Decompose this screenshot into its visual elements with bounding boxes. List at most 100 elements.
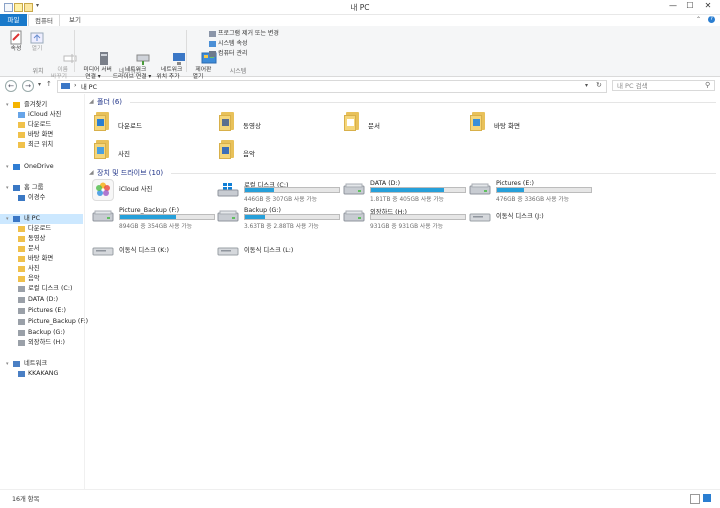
sidebar-item-label: 문서 — [28, 245, 40, 252]
status-bar: 16개 항목 — [0, 489, 720, 508]
sidebar-item-label: OneDrive — [24, 163, 54, 170]
sidebar-item-label: DATA (D:) — [28, 296, 59, 303]
sidebar-item-label: 바탕 화면 — [28, 131, 54, 138]
drive-label[interactable]: 이동식 디스크 (J:) — [496, 211, 544, 220]
drive-label[interactable]: 이동식 디스크 (L:) — [244, 245, 293, 254]
drive-label[interactable]: Backup (G:) — [244, 207, 281, 214]
folder-icon — [18, 122, 25, 128]
hard-drive-icon[interactable] — [343, 183, 365, 195]
minimize-button[interactable]: — — [666, 1, 680, 11]
sidebar-item[interactable]: 바탕 화면 — [0, 130, 83, 140]
expand-chevron-icon[interactable]: ▾ — [6, 214, 9, 224]
removable-disk-icon[interactable] — [469, 210, 491, 222]
sidebar-item[interactable]: DATA (D:) — [0, 295, 83, 305]
hard-drive-icon[interactable] — [92, 210, 114, 222]
sidebar-item[interactable]: 음악 — [0, 274, 83, 284]
folder-icon — [18, 226, 25, 232]
drive-label[interactable]: Pictures (E:) — [496, 180, 534, 187]
homegroup-icon — [13, 185, 20, 191]
drive-usage-bar — [370, 214, 466, 220]
expand-chevron-icon[interactable]: ▾ — [6, 359, 9, 369]
drive-icon — [18, 297, 25, 303]
drive-usage-fill — [497, 188, 525, 192]
drive-icon — [18, 330, 25, 336]
sidebar-item-label: Pictures (E:) — [28, 307, 66, 314]
up-button[interactable]: ↑ — [46, 80, 52, 88]
breadcrumb-this-pc[interactable]: 내 PC — [81, 82, 97, 91]
details-view-icon[interactable] — [690, 494, 700, 504]
sidebar-item[interactable]: ▾ 네트워크 — [0, 359, 83, 369]
tab-file[interactable]: 파일 — [0, 14, 27, 26]
tab-view[interactable]: 보기 — [62, 14, 88, 26]
sidebar-item[interactable]: 동영상 — [0, 234, 83, 244]
sidebar-item[interactable]: 문서 — [0, 244, 83, 254]
sidebar-item[interactable]: ▾ 내 PC — [0, 214, 83, 224]
sidebar-item[interactable]: KKAKANG — [0, 369, 83, 379]
drive-usage-fill — [371, 188, 445, 192]
sidebar-item[interactable]: ▾ 즐겨찾기 — [0, 100, 83, 110]
sidebar-item[interactable]: 외장하드 (H:) — [0, 338, 83, 348]
drive-icon — [18, 340, 25, 346]
this-pc-icon — [13, 216, 20, 222]
drive-usage-fill — [245, 188, 275, 192]
sidebar-item[interactable]: ▾ 홈 그룹 — [0, 183, 83, 193]
address-bar[interactable]: › 내 PC ▾ ↻ — [57, 80, 607, 93]
sidebar-item-label: 다운로드 — [28, 225, 52, 232]
sidebar-item[interactable]: ▾ OneDrive — [0, 162, 83, 172]
sidebar-item[interactable]: 바탕 화면 — [0, 254, 83, 264]
large-icons-view-icon[interactable] — [703, 494, 711, 502]
open-button[interactable]: 열기 — [27, 30, 47, 53]
icloud-photos-icon[interactable] — [92, 179, 114, 201]
drive-icon — [18, 308, 25, 314]
sidebar-item[interactable]: Pictures (E:) — [0, 306, 83, 316]
sidebar-item[interactable]: Backup (G:) — [0, 328, 83, 338]
sidebar-item-label: 즐겨찾기 — [24, 101, 48, 108]
hard-drive-icon[interactable] — [469, 183, 491, 195]
sidebar-item-label: Picture_Backup (F:) — [28, 318, 89, 325]
drive-label[interactable]: iCloud 사진 — [119, 184, 152, 193]
forward-button[interactable]: → — [22, 80, 34, 92]
sidebar-item[interactable]: 이경수 — [0, 193, 83, 203]
sidebar-item[interactable]: 다운로드 — [0, 120, 83, 130]
hard-drive-icon[interactable] — [343, 210, 365, 222]
sidebar-item[interactable]: 사진 — [0, 264, 83, 274]
search-input[interactable]: 내 PC 검색 — [612, 80, 715, 91]
navigation-pane: ▾ 즐겨찾기 iCloud 사진 다운로드 바탕 화면 최근 위치 ▾ OneDrive ▾ 홈 … — [0, 94, 88, 489]
refresh-icon[interactable]: ↻ — [596, 81, 602, 89]
navigation-bar: ← → ▾ ↑ › 내 PC ▾ ↻ 내 PC 검색 ⚲ — [0, 77, 720, 94]
network-drive-icon — [124, 44, 150, 65]
address-dropdown-icon[interactable]: ▾ — [585, 82, 588, 89]
drive-label[interactable]: 이동식 디스크 (K:) — [119, 245, 169, 254]
computer-management-button[interactable]: 컴퓨터 관리 — [209, 49, 248, 59]
expand-chevron-icon[interactable]: ▾ — [6, 100, 9, 110]
hard-drive-icon[interactable] — [217, 210, 239, 222]
drive-label[interactable]: Picture_Backup (F:) — [119, 207, 179, 214]
expand-chevron-icon[interactable]: ▾ — [6, 162, 9, 172]
drive-label[interactable]: DATA (D:) — [370, 180, 400, 187]
properties-button[interactable]: 속성 — [6, 30, 26, 53]
sidebar-item[interactable]: 최근 위치 — [0, 140, 83, 150]
folder-icon — [18, 246, 25, 252]
uninstall-program-button[interactable]: 프로그램 제거 또는 변경 — [209, 29, 279, 39]
sidebar-item-label: Backup (G:) — [28, 329, 65, 336]
sidebar-item-label: 홈 그룹 — [24, 184, 44, 191]
system-properties-button[interactable]: 시스템 속성 — [209, 39, 248, 49]
star-icon — [13, 102, 20, 108]
removable-disk-icon[interactable] — [217, 244, 239, 256]
sidebar-item-label: 최근 위치 — [28, 141, 54, 148]
help-icon[interactable]: ? — [708, 16, 715, 23]
hard-drive-icon[interactable] — [217, 183, 239, 197]
recent-locations-icon[interactable]: ▾ — [38, 81, 41, 88]
sidebar-item[interactable]: iCloud 사진 — [0, 110, 83, 120]
collapse-ribbon-icon[interactable]: ⌃ — [696, 16, 701, 23]
expand-chevron-icon[interactable]: ▾ — [6, 183, 9, 193]
sidebar-item[interactable]: 로컬 디스크 (C:) — [0, 284, 83, 294]
back-button[interactable]: ← — [5, 80, 17, 92]
sidebar-item[interactable]: Picture_Backup (F:) — [0, 317, 88, 327]
removable-disk-icon[interactable] — [92, 244, 114, 256]
drive-usage-fill — [245, 215, 265, 219]
maximize-button[interactable]: ☐ — [683, 1, 697, 11]
close-button[interactable]: ✕ — [701, 1, 715, 11]
drive-icon — [18, 286, 25, 292]
sidebar-item[interactable]: 다운로드 — [0, 224, 83, 234]
